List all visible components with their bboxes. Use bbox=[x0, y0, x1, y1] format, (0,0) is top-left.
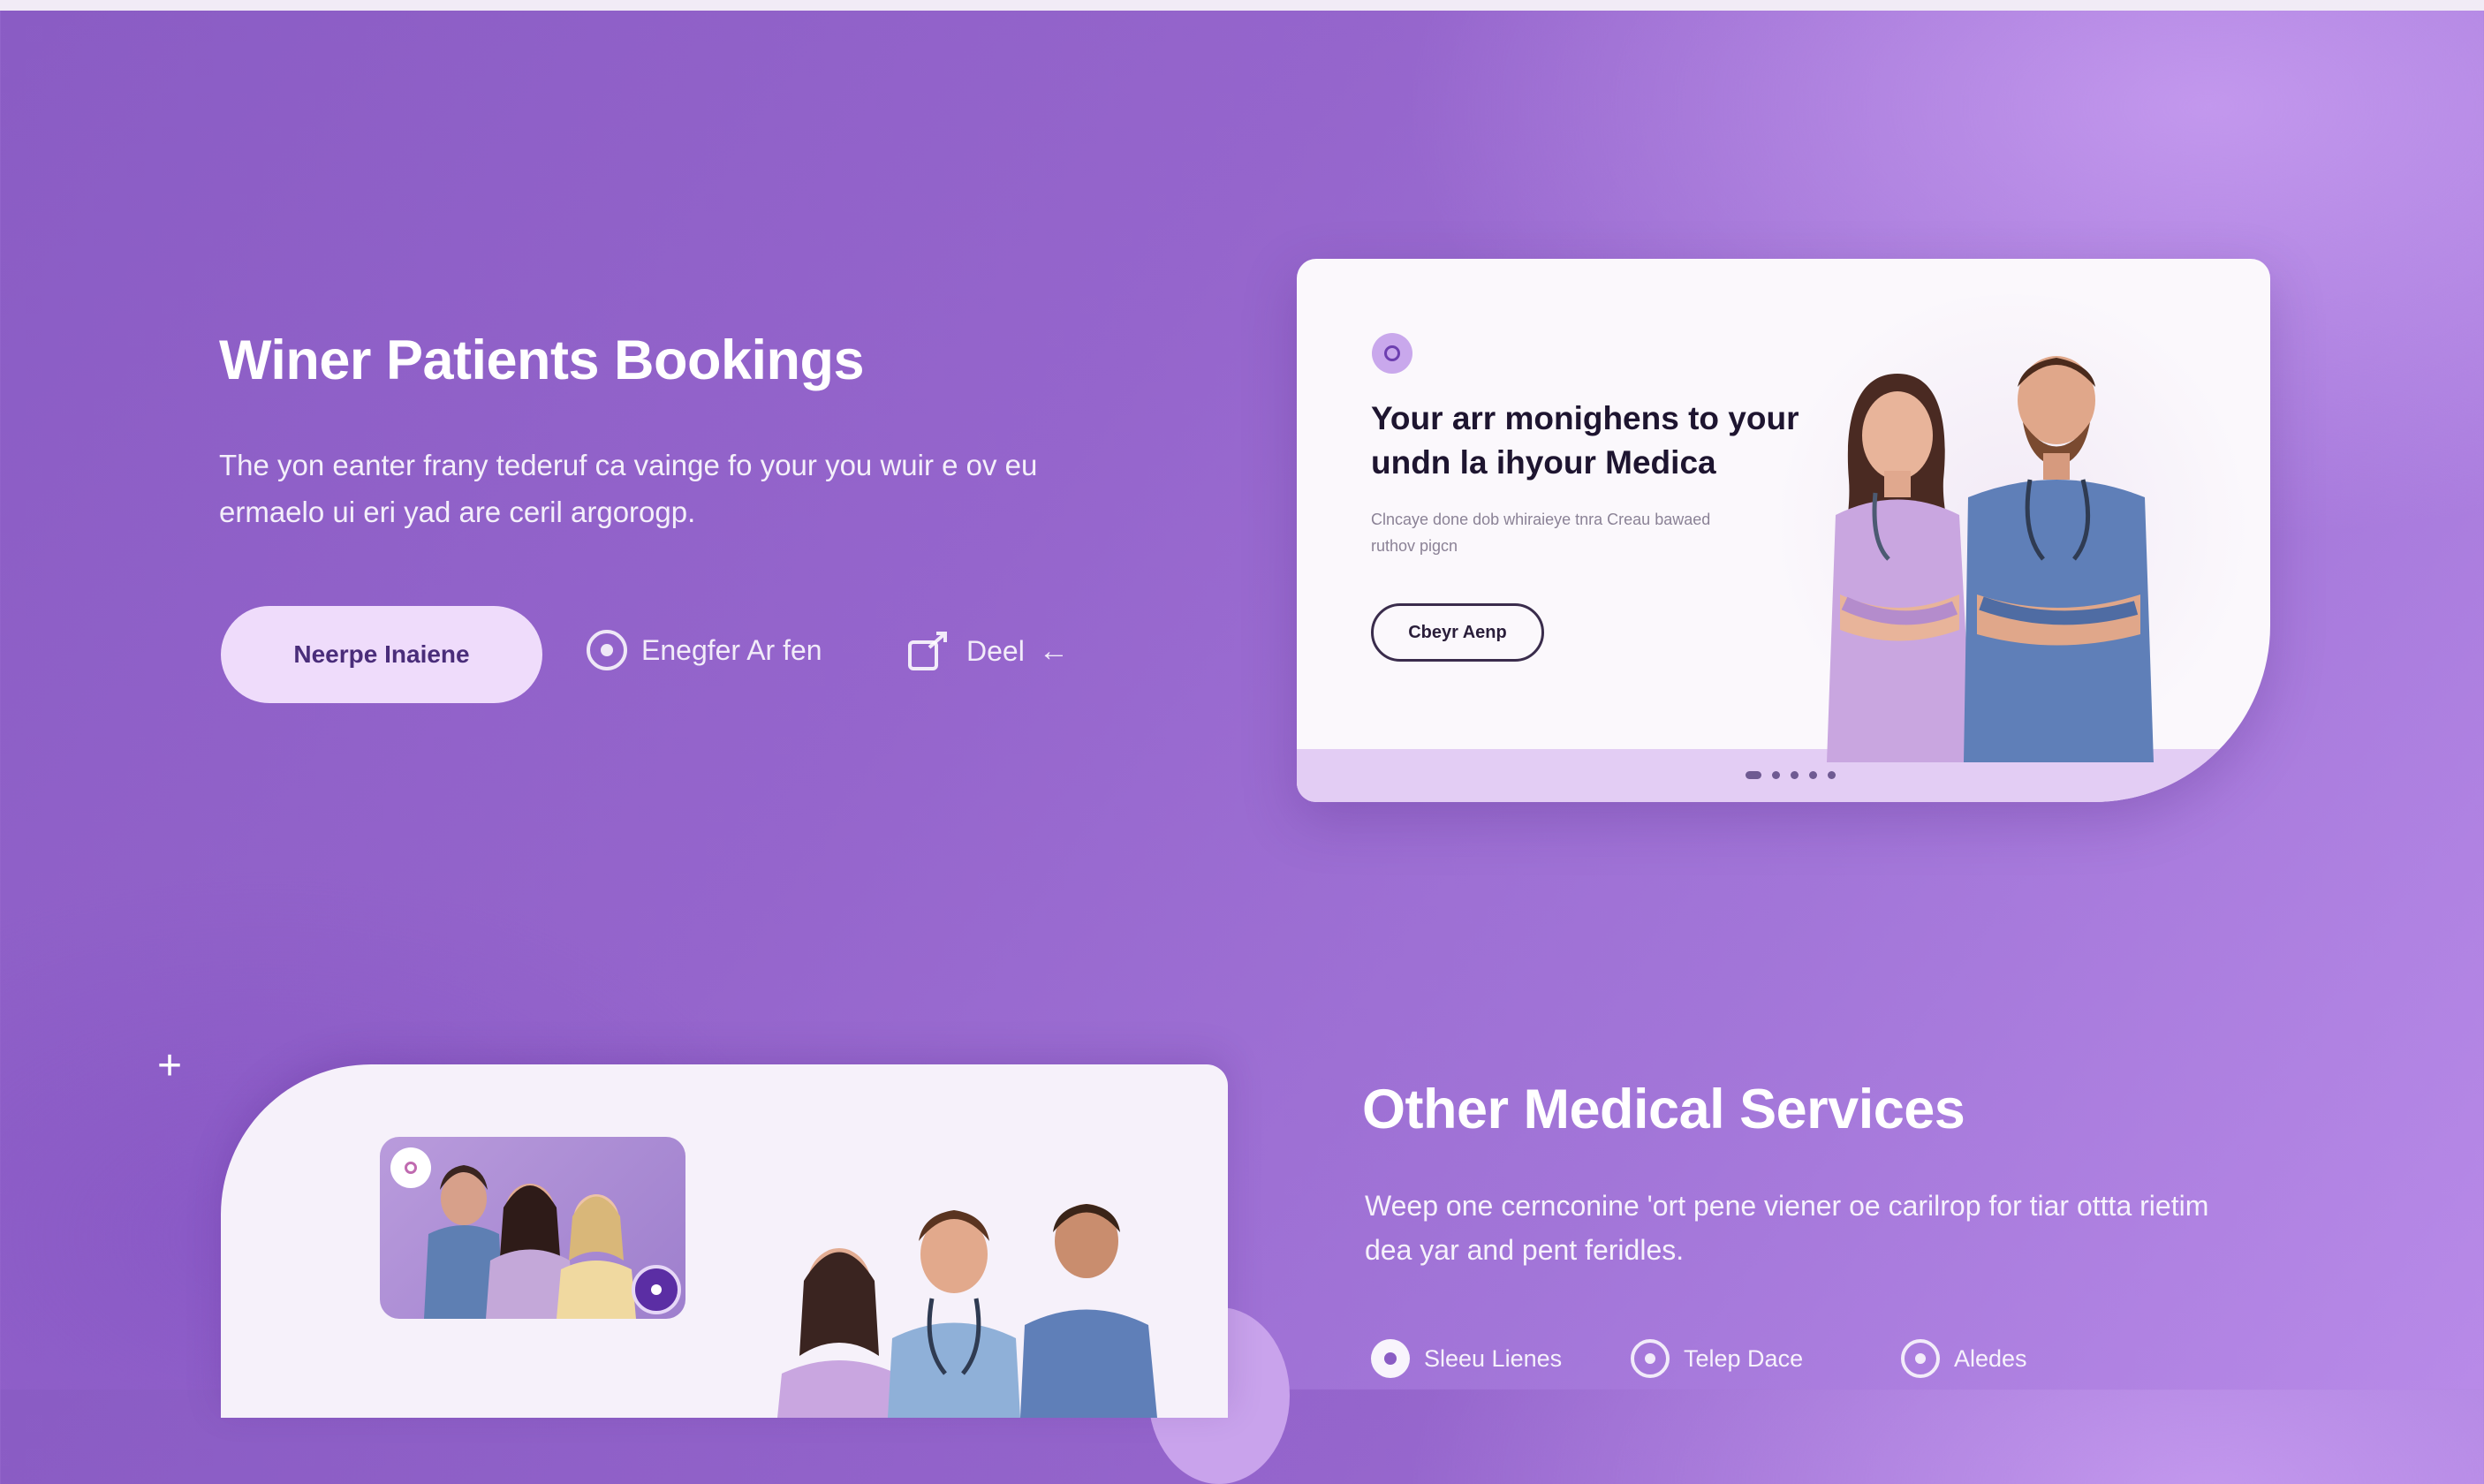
team-card bbox=[221, 1064, 1228, 1418]
services-description: Weep one cernconine 'ort pene viener oe … bbox=[1365, 1190, 2209, 1266]
pager-dot[interactable] bbox=[1791, 771, 1799, 779]
team-thumbnail[interactable] bbox=[380, 1137, 685, 1319]
feature-card-button[interactable]: Cbeyr Aenp bbox=[1371, 603, 1544, 662]
service-item-3[interactable]: Aledes bbox=[1901, 1339, 2027, 1378]
secondary-link-1-label: Enegfer Ar fen bbox=[641, 633, 822, 666]
pager-dot[interactable] bbox=[1772, 771, 1780, 779]
play-icon[interactable] bbox=[632, 1265, 681, 1314]
secondary-link-2[interactable]: Deel ← bbox=[906, 630, 1069, 672]
stethoscope-icon bbox=[1371, 1339, 1410, 1378]
service-item-2-label: Telep Dace bbox=[1684, 1344, 1804, 1372]
pager-dot[interactable] bbox=[1828, 771, 1836, 779]
primary-cta-button[interactable]: Neerpe Inaiene bbox=[221, 606, 542, 703]
service-item-1-label: Sleeu Lienes bbox=[1424, 1344, 1563, 1372]
feature-card-body: Clncaye done dob whiraieye tnra Creau ba… bbox=[1371, 511, 1711, 555]
hero-description: The yon eanter frany tederuf ca vainge f… bbox=[219, 449, 1038, 528]
share-icon bbox=[908, 632, 947, 670]
doctors-photo bbox=[1827, 356, 2154, 762]
service-item-3-label: Aledes bbox=[1954, 1344, 2027, 1372]
sparkle-icon: + bbox=[157, 1042, 183, 1089]
hero-title: Winer Patients Bookings bbox=[219, 329, 865, 391]
pill-icon bbox=[1901, 1339, 1940, 1378]
pin-icon bbox=[390, 1147, 431, 1188]
service-item-2[interactable]: Telep Dace bbox=[1631, 1339, 1803, 1378]
team-photo bbox=[777, 1204, 1157, 1418]
arrow-left-icon: ← bbox=[1038, 633, 1069, 668]
top-strip bbox=[0, 0, 2484, 11]
secondary-link-1[interactable]: Enegfer Ar fen bbox=[587, 630, 822, 670]
services-title: Other Medical Services bbox=[1362, 1079, 1965, 1140]
service-item-1[interactable]: Sleeu Lienes bbox=[1371, 1339, 1562, 1378]
chat-icon bbox=[587, 630, 627, 670]
pager-dot[interactable] bbox=[1809, 771, 1817, 779]
secondary-link-2-label: Deel bbox=[966, 634, 1025, 667]
heart-icon bbox=[1631, 1339, 1670, 1378]
carousel-pager[interactable] bbox=[1746, 771, 1836, 779]
feature-card: Your arr monighens to your undn la ihyou… bbox=[1297, 259, 2270, 802]
badge-icon bbox=[1372, 333, 1412, 374]
pager-dot[interactable] bbox=[1746, 771, 1761, 779]
